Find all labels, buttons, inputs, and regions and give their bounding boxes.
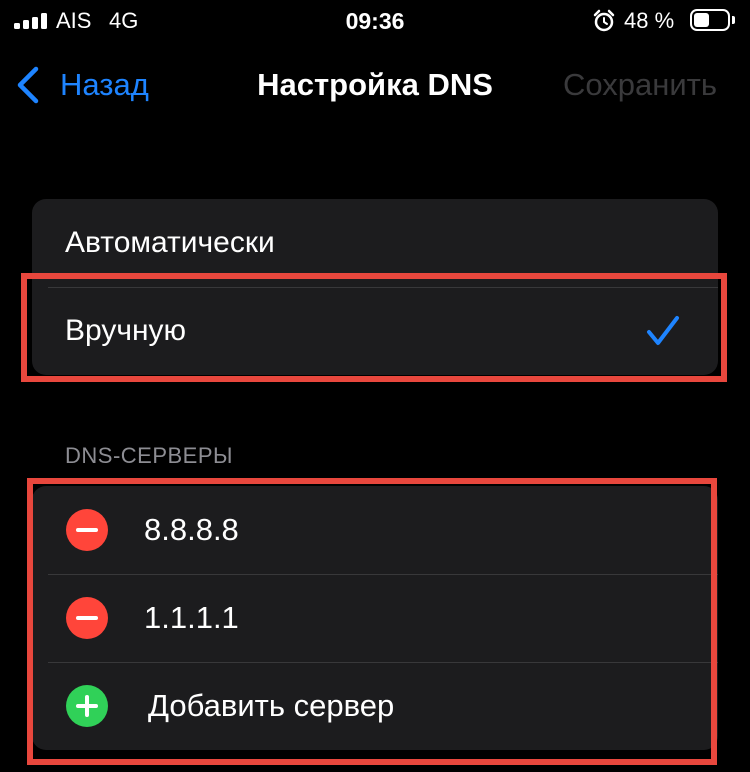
option-manual[interactable]: Вручную bbox=[32, 287, 718, 375]
save-button[interactable]: Сохранить bbox=[563, 66, 717, 104]
dns-server-row: 1.1.1.1 bbox=[32, 574, 718, 662]
dns-mode-group: Автоматически Вручную bbox=[32, 199, 718, 375]
separator bbox=[48, 574, 718, 575]
battery-percent: 48 % bbox=[624, 8, 675, 33]
remove-server-button[interactable] bbox=[66, 597, 108, 639]
alarm-icon bbox=[593, 9, 615, 32]
dns-servers-group: 8.8.8.8 1.1.1.1 Добавить сервер bbox=[32, 486, 718, 750]
option-manual-label: Вручную bbox=[65, 314, 187, 347]
minus-icon bbox=[76, 528, 98, 532]
add-server-row[interactable]: Добавить сервер bbox=[32, 662, 718, 750]
plus-icon-vertical bbox=[85, 695, 89, 717]
separator bbox=[48, 662, 718, 663]
remove-server-button[interactable] bbox=[66, 509, 108, 551]
dns-servers-header: DNS-СЕРВЕРЫ bbox=[65, 443, 234, 468]
checkmark-icon bbox=[647, 316, 679, 345]
option-automatic[interactable]: Автоматически bbox=[32, 199, 718, 287]
option-automatic-label: Автоматически bbox=[65, 226, 275, 259]
battery-icon bbox=[690, 9, 730, 31]
battery-cap bbox=[732, 16, 735, 24]
minus-icon bbox=[76, 616, 98, 620]
separator bbox=[48, 287, 718, 288]
dns-server-address[interactable]: 8.8.8.8 bbox=[144, 512, 239, 548]
battery-level-fill bbox=[694, 13, 709, 27]
add-server-label: Добавить сервер bbox=[148, 688, 395, 723]
dns-server-row: 8.8.8.8 bbox=[32, 486, 718, 574]
add-server-button[interactable] bbox=[66, 685, 108, 727]
dns-server-address[interactable]: 1.1.1.1 bbox=[144, 600, 239, 636]
status-bar: AIS 4G 09:36 48 % bbox=[0, 0, 750, 44]
